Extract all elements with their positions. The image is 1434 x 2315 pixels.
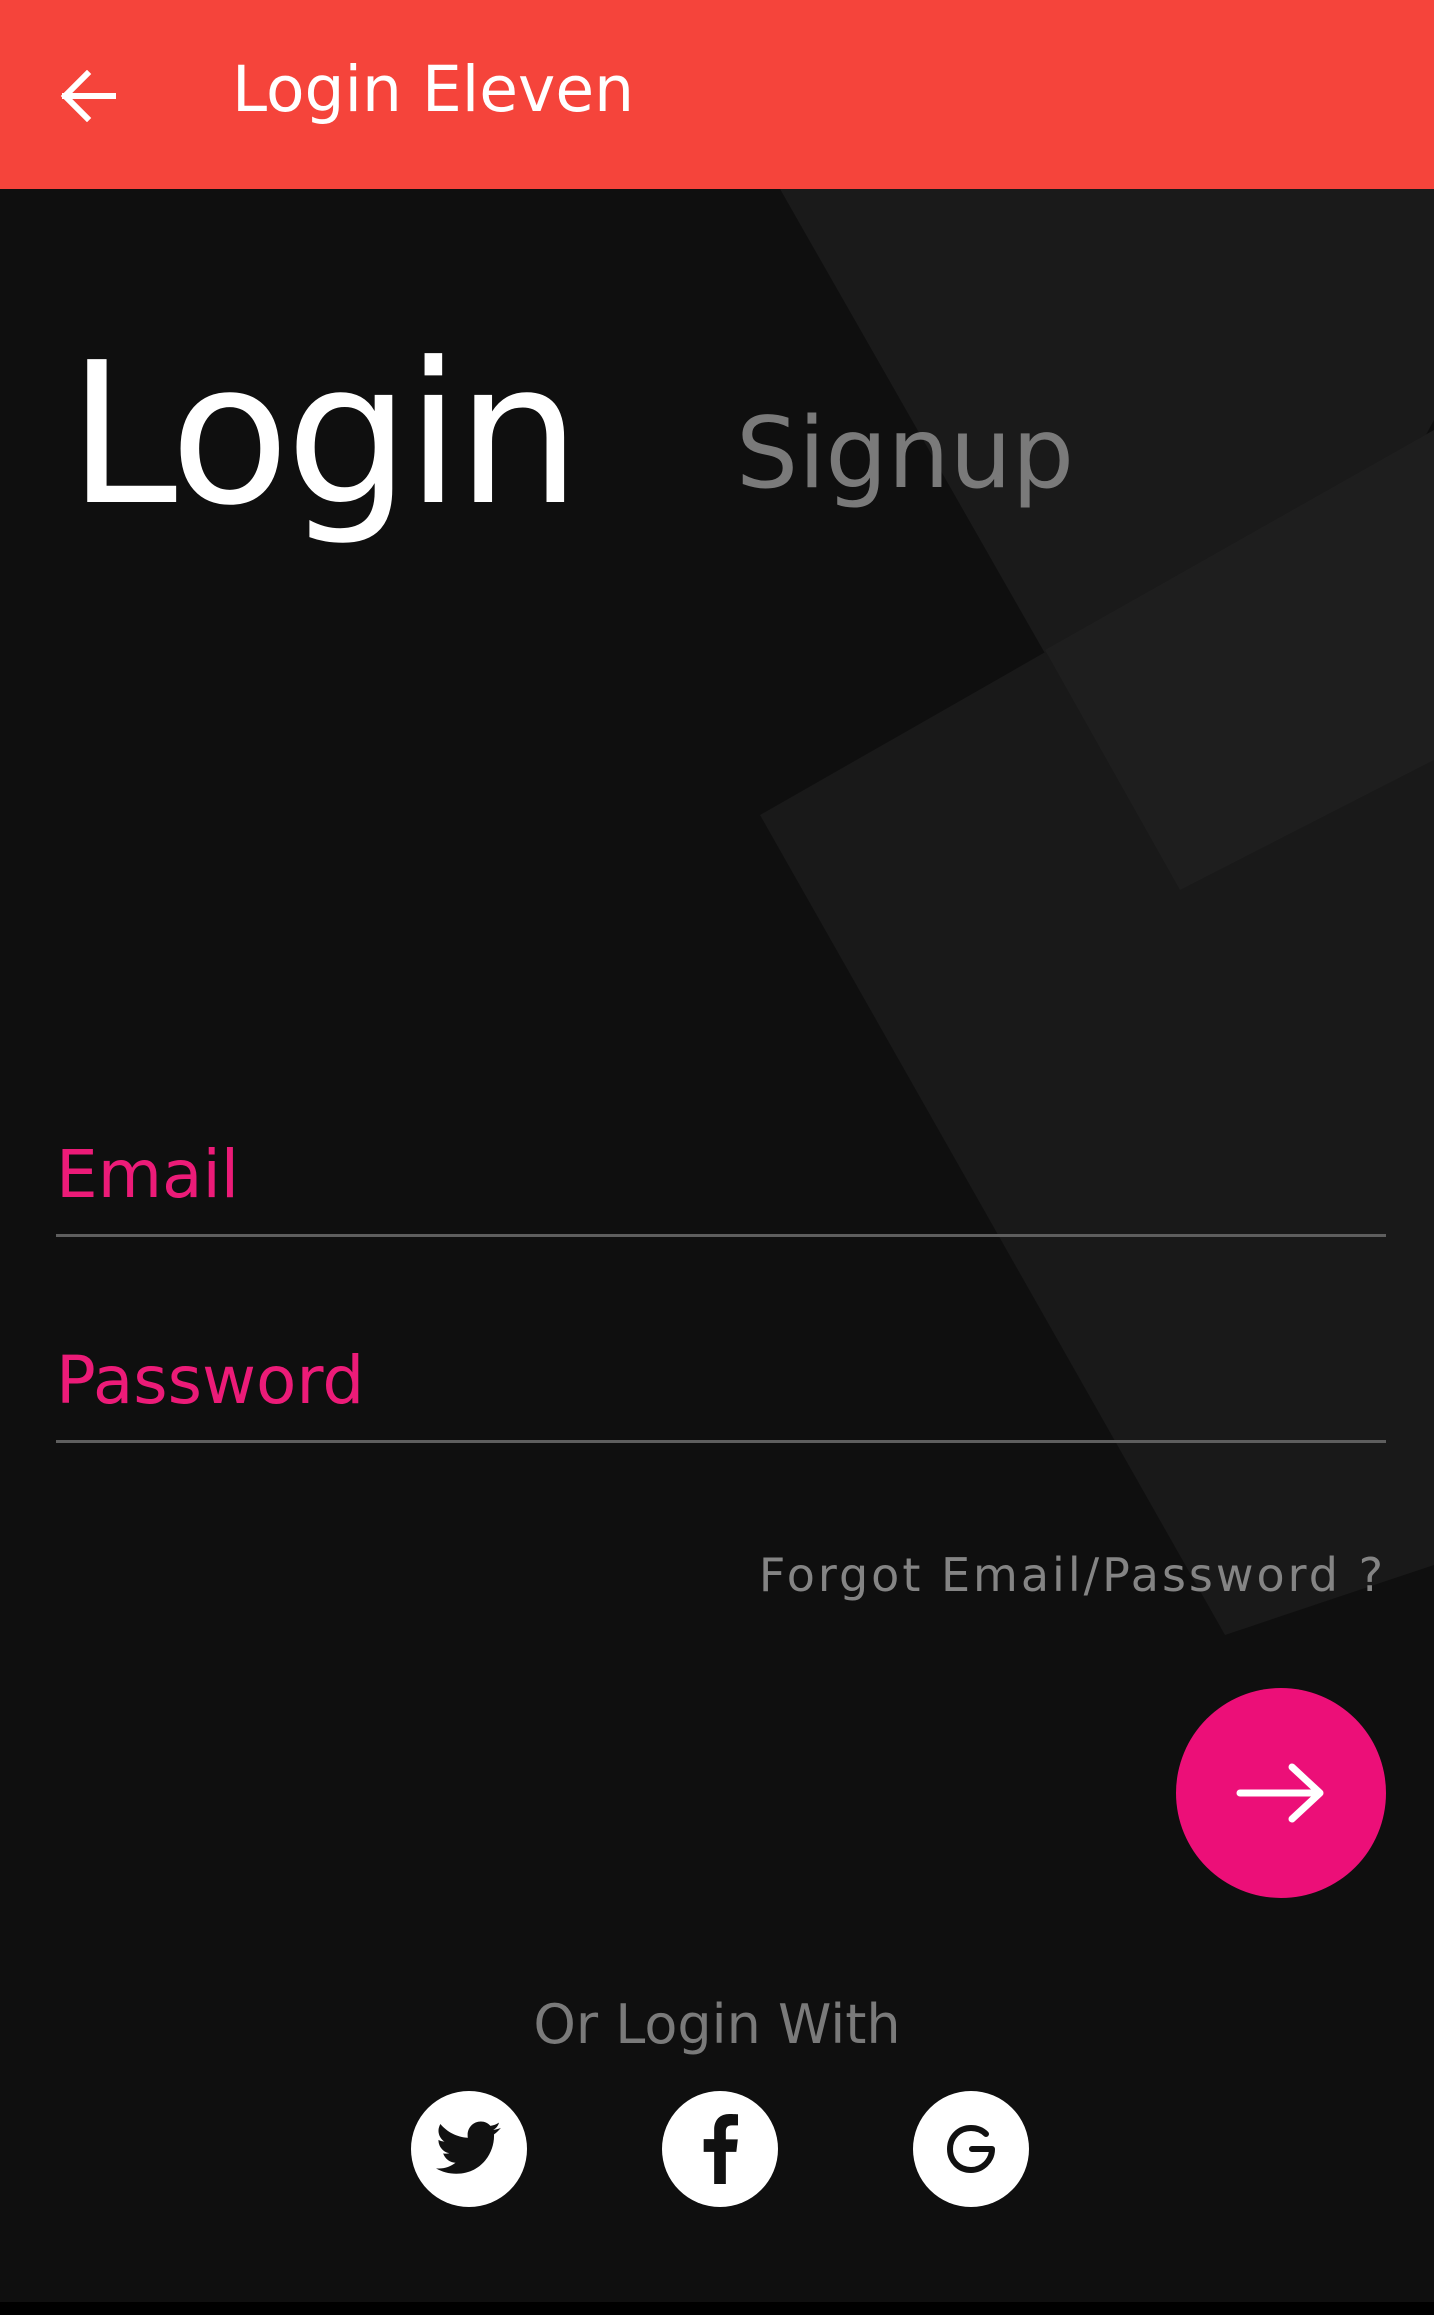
google-icon xyxy=(946,2124,995,2174)
twitter-icon xyxy=(436,2121,501,2174)
submit-login-button[interactable] xyxy=(1176,1688,1386,1898)
tab-login[interactable]: Login xyxy=(68,320,581,550)
email-field-container xyxy=(56,1114,1386,1237)
facebook-icon xyxy=(703,2114,738,2184)
app-bar-title: Login Eleven xyxy=(232,53,635,126)
google-login-button[interactable] xyxy=(913,2091,1029,2207)
app-bar: Login Eleven xyxy=(0,0,1434,189)
or-login-with-label: Or Login With xyxy=(533,1993,901,2056)
facebook-login-button[interactable] xyxy=(662,2091,778,2207)
arrow-left-icon xyxy=(60,70,116,122)
tab-signup[interactable]: Signup xyxy=(736,394,1074,514)
password-field-container xyxy=(56,1320,1386,1443)
arrow-right-icon xyxy=(1236,1763,1324,1823)
login-screen: Login Eleven Login Signup Forgot Email/P… xyxy=(0,0,1434,2302)
forgot-password-link[interactable]: Forgot Email/Password ? xyxy=(759,1545,1386,1605)
login-content: Login Signup Forgot Email/Password ? Or … xyxy=(0,0,1434,2302)
email-field[interactable] xyxy=(56,1114,1386,1234)
back-button[interactable] xyxy=(40,48,136,144)
twitter-login-button[interactable] xyxy=(411,2091,527,2207)
password-field[interactable] xyxy=(56,1320,1386,1440)
